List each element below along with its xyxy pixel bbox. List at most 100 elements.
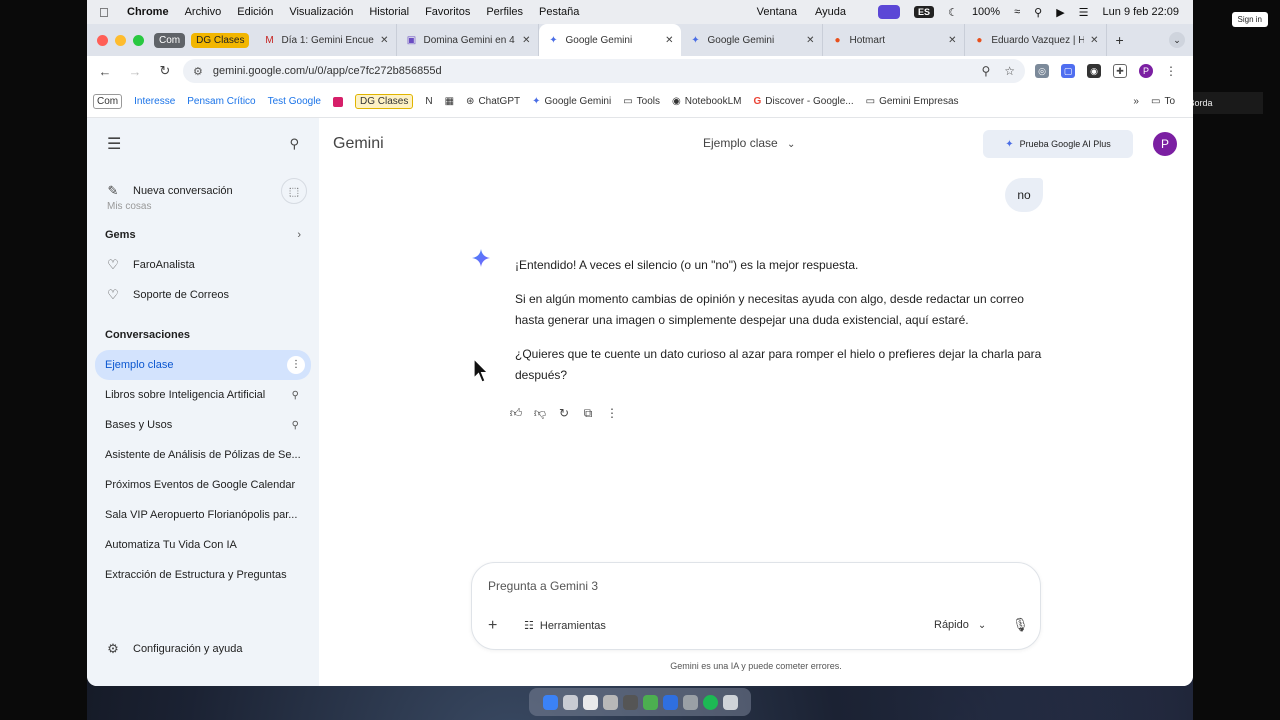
- profile-avatar-icon[interactable]: P: [1139, 64, 1153, 78]
- close-tab-icon[interactable]: ✕: [516, 35, 530, 46]
- tab-eduardo[interactable]: ● Eduardo Vazquez | H ✕: [965, 24, 1108, 56]
- finder-icon[interactable]: [542, 694, 558, 710]
- bookmark-to[interactable]: ▭ To: [1151, 96, 1175, 107]
- tab-google-gemini-active[interactable]: ✦ Google Gemini ✕: [539, 24, 682, 56]
- new-tab-icon[interactable]: +: [1115, 32, 1123, 48]
- location-icon[interactable]: ⚲: [981, 64, 990, 78]
- extension-icon[interactable]: ▢: [1061, 64, 1075, 78]
- more-bookmarks-icon[interactable]: »: [1133, 96, 1139, 107]
- close-tab-icon[interactable]: ✕: [942, 35, 956, 46]
- tab-google-gemini[interactable]: ✦ Google Gemini ✕: [681, 24, 824, 56]
- settings-app-icon[interactable]: [682, 694, 698, 710]
- tab-dia1[interactable]: M Día 1: Gemini Encue ✕: [255, 24, 398, 56]
- play-icon[interactable]: ▶: [1056, 6, 1064, 19]
- extension-icon[interactable]: ◎: [1035, 64, 1049, 78]
- input-source-badge[interactable]: ES: [914, 6, 935, 18]
- close-tab-icon[interactable]: ✕: [374, 35, 388, 46]
- gem-item-faroanalista[interactable]: ♡ FaroAnalista: [87, 250, 319, 280]
- tools-button[interactable]: ☷ Herramientas: [524, 619, 606, 633]
- site-info-icon[interactable]: ⚙: [193, 65, 203, 78]
- chat-title-dropdown[interactable]: Ejemplo clase ⌄: [703, 136, 795, 150]
- menu-favoritos[interactable]: Favoritos: [425, 6, 470, 18]
- gem-item-soporte-correos[interactable]: ♡ Soporte de Correos: [87, 280, 319, 310]
- bookmark-com[interactable]: Com: [93, 94, 123, 109]
- bookmark-dg-clases[interactable]: DG Clases: [355, 94, 414, 109]
- copy-icon[interactable]: ⧉: [581, 406, 595, 421]
- conversation-item[interactable]: Libros sobre Inteligencia Artificial ⚲: [87, 380, 319, 410]
- bookmark-color-square-icon[interactable]: [333, 96, 343, 107]
- menu-archivo[interactable]: Archivo: [185, 6, 222, 18]
- mode-selector[interactable]: Rápido ⌄: [934, 619, 986, 631]
- sign-in-button[interactable]: Sign in: [1231, 12, 1268, 27]
- calendar-icon[interactable]: [582, 694, 598, 710]
- conversation-item[interactable]: Sala VIP Aeropuerto Florianópolis par...: [87, 500, 319, 530]
- extension-icon[interactable]: ◉: [1087, 64, 1101, 78]
- bookmark-test-google[interactable]: Test Google: [268, 96, 321, 107]
- conversation-item[interactable]: Asistente de Análisis de Pólizas de Se..…: [87, 440, 319, 470]
- menu-ayuda[interactable]: Ayuda: [815, 6, 846, 18]
- add-icon[interactable]: +: [488, 617, 497, 635]
- microphone-icon[interactable]: 🎙︎: [1012, 617, 1029, 633]
- bookmark-notebooklm[interactable]: ◉ NotebookLM: [672, 96, 741, 107]
- launchpad-icon[interactable]: [562, 694, 578, 710]
- avatar[interactable]: P: [1153, 132, 1177, 156]
- menu-app-name[interactable]: Chrome: [127, 6, 169, 18]
- bookmark-google-gemini[interactable]: ✦ Google Gemini: [532, 96, 611, 107]
- close-tab-icon[interactable]: ✕: [659, 35, 673, 46]
- url-text[interactable]: gemini.google.com/u/0/app/ce7fc272b85685…: [213, 65, 442, 77]
- search-icon[interactable]: ⚲: [289, 136, 299, 152]
- bookmark-gemini-empresas[interactable]: ▭ Gemini Empresas: [866, 96, 959, 107]
- menu-perfiles[interactable]: Perfiles: [486, 6, 523, 18]
- tab-search-icon[interactable]: ⌄: [1169, 32, 1185, 48]
- forward-icon[interactable]: →: [123, 64, 147, 79]
- tab-group-com[interactable]: Com: [154, 32, 186, 48]
- puzzle-icon[interactable]: ✚: [1113, 64, 1127, 78]
- thumbs-down-icon[interactable]: 👎︎: [533, 406, 547, 421]
- bookmark-chatgpt[interactable]: ⊛ ChatGPT: [466, 96, 520, 107]
- regenerate-icon[interactable]: ↻: [557, 406, 571, 421]
- thumbs-up-icon[interactable]: 👍︎: [509, 406, 523, 421]
- menu-pestana[interactable]: Pestaña: [539, 6, 579, 18]
- my-stuff-item[interactable]: Mis cosas: [107, 201, 151, 212]
- url-field[interactable]: ⚙ gemini.google.com/u/0/app/ce7fc272b856…: [183, 59, 1025, 83]
- app-title[interactable]: Gemini: [333, 135, 384, 153]
- menu-ventana[interactable]: Ventana: [757, 6, 797, 18]
- tab-hotmart[interactable]: ● Hotmart ✕: [823, 24, 966, 56]
- search-icon[interactable]: ⚲: [1034, 6, 1042, 19]
- back-icon[interactable]: ←: [93, 64, 117, 79]
- apps-grid-icon[interactable]: ▦: [445, 96, 454, 107]
- settings-help-button[interactable]: ⚙ Configuración y ayuda: [87, 634, 319, 664]
- gems-header[interactable]: Gems ›: [87, 220, 319, 250]
- camera-icon[interactable]: [622, 694, 638, 710]
- conversation-item-active[interactable]: Ejemplo clase ⋮: [95, 350, 311, 380]
- moon-icon[interactable]: ☾: [948, 6, 958, 19]
- more-vert-icon[interactable]: ⋮: [287, 356, 305, 374]
- screen-share-icon[interactable]: [878, 5, 901, 19]
- conversation-item[interactable]: Automatiza Tu Vida Con IA: [87, 530, 319, 560]
- conversation-item[interactable]: Bases y Usos ⚲: [87, 410, 319, 440]
- wifi-icon[interactable]: ≈: [1014, 6, 1020, 18]
- bookmark-n[interactable]: N: [425, 96, 432, 107]
- battery-status[interactable]: 100%: [972, 6, 1000, 18]
- notes-icon[interactable]: [602, 694, 618, 710]
- tab-group-dg-clases[interactable]: DG Clases: [191, 32, 250, 48]
- tab-domina-gemini[interactable]: ▣ Domina Gemini en 4 ✕: [397, 24, 540, 56]
- bookmark-pensam-critico[interactable]: Pensam Crítico: [187, 96, 255, 107]
- bookmark-interesse[interactable]: Interesse: [134, 96, 175, 107]
- control-center-icon[interactable]: ☰: [1079, 6, 1089, 19]
- more-vert-icon[interactable]: ⋮: [1165, 64, 1177, 78]
- trash-icon[interactable]: [722, 694, 738, 710]
- more-vert-icon[interactable]: ⋮: [605, 406, 619, 421]
- apple-icon[interactable]: : [99, 5, 113, 20]
- conversation-item[interactable]: Extracción de Estructura y Preguntas: [87, 560, 319, 590]
- menu-historial[interactable]: Historial: [369, 6, 409, 18]
- upgrade-plan-button[interactable]: ✦ Prueba Google AI Plus: [983, 130, 1133, 158]
- minimize-window-button[interactable]: [115, 34, 126, 46]
- prompt-input[interactable]: [488, 575, 908, 597]
- bookmark-tools[interactable]: ▭ Tools: [623, 96, 660, 107]
- bookmark-star-icon[interactable]: ☆: [1004, 64, 1015, 78]
- hamburger-menu-icon[interactable]: ☰: [107, 134, 121, 154]
- zoom-icon[interactable]: [662, 694, 678, 710]
- close-tab-icon[interactable]: ✕: [1084, 35, 1098, 46]
- menu-clock[interactable]: Lun 9 feb 22:09: [1103, 6, 1179, 18]
